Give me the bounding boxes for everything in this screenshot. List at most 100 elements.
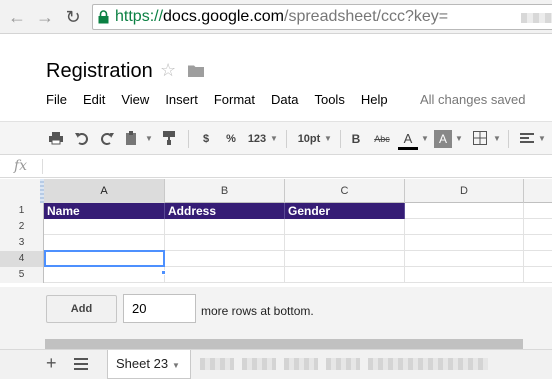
- toolbar: ▼ $ % 123 ▼ 10pt ▼ B Abc A ▼ A ▼ ▼ ▼: [0, 121, 552, 155]
- menu-insert[interactable]: Insert: [165, 92, 198, 110]
- redacted-sheet-tab[interactable]: [368, 358, 488, 370]
- undo-icon[interactable]: [74, 130, 90, 148]
- cell-c3[interactable]: [285, 235, 405, 251]
- cell-a1[interactable]: Name: [44, 203, 165, 219]
- redacted-key: [521, 13, 552, 23]
- print-icon[interactable]: [48, 130, 64, 148]
- cell-b5[interactable]: [165, 267, 285, 283]
- star-icon[interactable]: ☆: [160, 60, 176, 81]
- menu-edit[interactable]: Edit: [83, 92, 105, 110]
- cell-c2[interactable]: [285, 219, 405, 235]
- borders-icon[interactable]: [472, 130, 488, 148]
- chevron-down-icon[interactable]: ▼: [270, 130, 278, 148]
- chevron-down-icon[interactable]: ▼: [421, 130, 429, 148]
- sheet-list-icon[interactable]: [74, 358, 88, 370]
- cell-b2[interactable]: [165, 219, 285, 235]
- cell-a3[interactable]: [44, 235, 165, 251]
- row-header-1[interactable]: 1: [0, 203, 44, 219]
- reload-icon[interactable]: ↻: [62, 6, 84, 28]
- cell-d4[interactable]: [405, 251, 524, 267]
- folder-icon[interactable]: [188, 64, 204, 77]
- chevron-down-icon[interactable]: ▼: [172, 361, 180, 370]
- select-all-corner[interactable]: [0, 179, 44, 203]
- add-sheet-icon[interactable]: +: [46, 353, 57, 374]
- menu-tools[interactable]: Tools: [314, 92, 344, 110]
- column-header-d[interactable]: D: [405, 179, 524, 203]
- address-bar[interactable]: https://docs.google.com/spreadsheet/ccc?…: [92, 4, 552, 30]
- percent-format-button[interactable]: %: [224, 130, 238, 148]
- formula-bar[interactable]: fx: [0, 156, 552, 178]
- cell-b1[interactable]: Address: [165, 203, 285, 219]
- fx-icon: fx: [14, 158, 28, 174]
- paint-format-icon[interactable]: [161, 130, 177, 148]
- cell-a4-active[interactable]: [44, 250, 165, 267]
- cell-d5[interactable]: [405, 267, 524, 283]
- fill-handle[interactable]: [161, 270, 166, 275]
- cell-c4[interactable]: [285, 251, 405, 267]
- chevron-down-icon[interactable]: ▼: [145, 130, 153, 148]
- chevron-down-icon[interactable]: ▼: [538, 130, 546, 148]
- row-header-4[interactable]: 4: [0, 251, 44, 267]
- cell-c5[interactable]: [285, 267, 405, 283]
- forward-icon[interactable]: →: [34, 6, 56, 28]
- sheet-tab-active[interactable]: Sheet 23 ▼: [107, 350, 191, 379]
- rows-label: more rows at bottom.: [201, 304, 314, 318]
- document-title[interactable]: Registration: [46, 60, 153, 83]
- chevron-down-icon[interactable]: ▼: [455, 130, 463, 148]
- sheet-tab-bar: + Sheet 23 ▼: [0, 349, 552, 379]
- cell-d1[interactable]: [405, 203, 524, 219]
- menu-bar: File Edit View Insert Format Data Tools …: [46, 92, 404, 110]
- redacted-sheet-tab[interactable]: [326, 358, 360, 370]
- font-size-select[interactable]: 10pt: [296, 130, 322, 148]
- column-header-b[interactable]: B: [165, 179, 285, 203]
- bold-button[interactable]: B: [350, 130, 362, 148]
- number-format-button[interactable]: 123: [246, 130, 268, 148]
- cell-b3[interactable]: [165, 235, 285, 251]
- row-header-2[interactable]: 2: [0, 219, 44, 235]
- chevron-down-icon[interactable]: ▼: [324, 130, 332, 148]
- redacted-sheet-tab[interactable]: [284, 358, 318, 370]
- column-header-c[interactable]: C: [285, 179, 405, 203]
- table-row: 5: [0, 267, 552, 283]
- currency-format-button[interactable]: $: [200, 130, 212, 148]
- text-color-button[interactable]: A: [398, 130, 418, 150]
- menu-data[interactable]: Data: [271, 92, 298, 110]
- back-icon[interactable]: ←: [6, 6, 28, 28]
- cell-a2[interactable]: [44, 219, 165, 235]
- menu-format[interactable]: Format: [214, 92, 255, 110]
- row-header-5[interactable]: 5: [0, 267, 44, 283]
- menu-help[interactable]: Help: [361, 92, 388, 110]
- table-row: 2: [0, 219, 552, 235]
- add-rows-button[interactable]: Add: [46, 295, 117, 323]
- align-left-icon[interactable]: [520, 130, 534, 148]
- browser-toolbar: ← → ↻ https://docs.google.com/spreadshee…: [0, 0, 552, 34]
- toolbar-divider: [188, 130, 189, 148]
- scrollbar-thumb[interactable]: [45, 339, 523, 349]
- column-header-a[interactable]: A: [44, 179, 165, 203]
- toolbar-divider: [508, 130, 509, 148]
- highlight-color-button[interactable]: A: [434, 130, 452, 148]
- cell-a5[interactable]: [44, 267, 165, 283]
- rows-count-input[interactable]: 20: [123, 294, 196, 323]
- table-row: 3: [0, 235, 552, 251]
- table-row: 1 Name Address Gender: [0, 203, 552, 219]
- chevron-down-icon[interactable]: ▼: [493, 130, 501, 148]
- menu-view[interactable]: View: [121, 92, 149, 110]
- cell-d2[interactable]: [405, 219, 524, 235]
- url-scheme: https://: [115, 8, 164, 25]
- save-status: All changes saved: [420, 92, 526, 107]
- redacted-sheet-tab[interactable]: [200, 358, 234, 370]
- url-host: docs.google.com: [163, 8, 284, 25]
- paste-format-icon[interactable]: [124, 130, 140, 148]
- menu-file[interactable]: File: [46, 92, 67, 110]
- strikethrough-button[interactable]: Abc: [372, 130, 392, 148]
- redacted-sheet-tab[interactable]: [242, 358, 276, 370]
- horizontal-scrollbar[interactable]: [0, 339, 552, 349]
- table-row: 4: [0, 250, 552, 267]
- redo-icon[interactable]: [99, 130, 115, 148]
- cell-c1[interactable]: Gender: [285, 203, 405, 219]
- row-header-3[interactable]: 3: [0, 235, 44, 251]
- sheet-tab-label: Sheet 23: [116, 356, 169, 371]
- cell-d3[interactable]: [405, 235, 524, 251]
- cell-b4[interactable]: [165, 251, 285, 267]
